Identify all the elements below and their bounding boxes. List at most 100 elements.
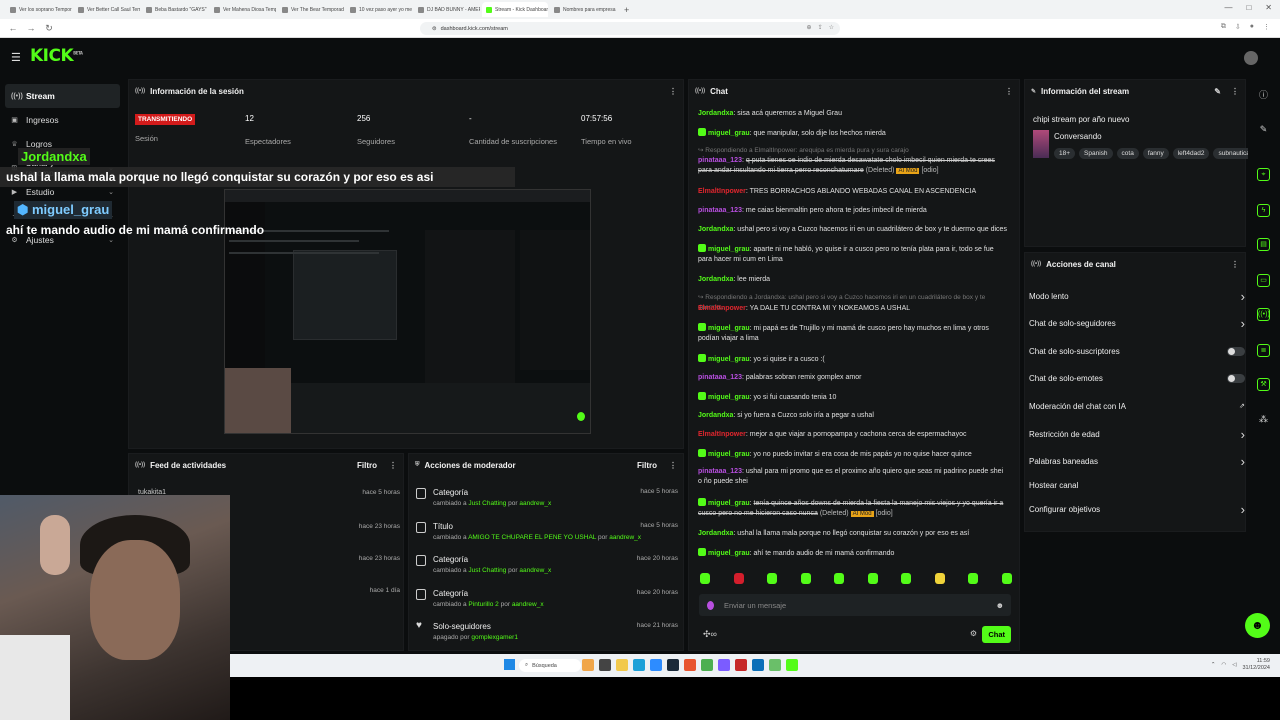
minimize-icon[interactable]: — [1224,3,1232,12]
browser-tab[interactable]: Ver The Bear Temporada 2 Episodio [278,2,344,17]
maximize-icon[interactable]: □ [1246,3,1251,12]
channel-action-row[interactable]: Configurar objetivos › [1029,502,1245,517]
forward-icon[interactable]: → [26,23,36,33]
external-link-icon[interactable]: ⇗ [1239,402,1245,410]
folder-icon[interactable] [616,659,628,671]
chat-username[interactable]: miguel_grau [708,550,750,557]
chat-username[interactable]: pinataaa_123 [698,374,742,381]
avatar[interactable] [1244,51,1258,65]
browser-tab[interactable]: Beba Bastardo "GAYS" [142,2,208,17]
emote-icon[interactable] [901,573,912,584]
chat-username[interactable]: miguel_grau [708,356,750,363]
app-icon[interactable] [752,659,764,671]
chat-username[interactable]: Jordandxa [698,110,733,117]
channel-action-row[interactable]: Palabras baneadas › [1029,454,1245,469]
chat-username[interactable]: miguel_grau [708,451,750,458]
chat-username[interactable]: ElmaltInpower [698,188,746,195]
extensions-icon[interactable]: ⧉ [1221,23,1226,31]
emoji-icon[interactable]: ☻ [996,601,1004,610]
emote-icon[interactable] [733,573,744,584]
edit-icon[interactable]: ✎ [1214,87,1221,96]
action-user[interactable]: gomplexgamer1 [471,634,518,641]
wrench-icon[interactable]: ⚒ [1257,378,1270,391]
sidebar-item-stream[interactable]: ((•)) Stream [5,84,120,108]
more-icon[interactable]: ⋮ [389,461,397,470]
toggle-switch[interactable] [1227,346,1245,356]
chat-username[interactable]: pinataaa_123 [698,207,742,214]
more-icon[interactable]: ⋮ [669,461,677,470]
sidebar-item-ingresos[interactable]: ▣ Ingresos [5,108,120,132]
more-icon[interactable]: ⋮ [669,87,677,96]
emote-icon[interactable] [834,573,845,584]
nodes-icon[interactable]: ⁂ [1257,414,1270,427]
close-icon[interactable]: ✕ [1265,3,1272,12]
app-icon[interactable] [667,659,679,671]
url-input[interactable]: ⊜ dashboard.kick.com/stream ⊕ ⇪ ☆ [420,22,840,35]
stream-preview[interactable] [224,189,591,434]
volume-icon[interactable]: ◁ [1232,662,1236,668]
chrome-icon[interactable] [701,659,713,671]
chat-username[interactable]: miguel_grau [708,500,750,507]
list-icon[interactable]: ≣ [1257,344,1270,357]
edge-icon[interactable] [633,659,645,671]
toggle-switch[interactable] [1227,374,1245,383]
filter-button[interactable]: Filtro [357,461,377,470]
action-user[interactable]: aandrew_x [519,500,551,507]
bookmark-icon[interactable]: ☆ [829,24,834,31]
app-icon[interactable] [650,659,662,671]
chat-input[interactable]: Enviar un mensaje ☻ [699,594,1011,616]
browser-tab[interactable]: DJ BAD BUNNY - AMERICONA [414,2,480,17]
chat-username[interactable]: Jordandxa [698,530,733,537]
chat-username[interactable]: miguel_grau [708,394,750,401]
help-fab-button[interactable]: ☻ [1245,613,1270,638]
stream-tag[interactable]: 18+ [1054,148,1076,159]
action-user[interactable]: aandrew_x [519,567,551,574]
infinity-icon[interactable]: ✣∞ [703,629,717,640]
bolt-icon[interactable]: ϟ [1257,204,1270,217]
app-icon[interactable] [769,659,781,671]
chat-username[interactable]: miguel_grau [708,246,750,253]
download-icon[interactable]: ⇩ [1235,23,1241,31]
new-tab-icon[interactable]: + [618,5,635,15]
target-icon[interactable]: ⌖ [1257,168,1270,181]
app-icon[interactable] [735,659,747,671]
chat-username[interactable]: pinataaa_123 [698,157,742,164]
more-icon[interactable]: ⋮ [1005,87,1013,96]
channel-action-row[interactable]: Hostear canal [1029,478,1245,492]
channel-action-row[interactable]: Moderación del chat con IA ⇗ [1029,399,1245,413]
menu-icon[interactable]: ⋮ [1263,23,1270,31]
browser-tab[interactable]: Stream - Kick Dashboard [482,2,548,17]
app-icon[interactable] [718,659,730,671]
window-controls[interactable]: — □ ✕ [1224,3,1272,12]
chat-username[interactable]: miguel_grau [708,130,750,137]
kick-app-icon[interactable] [786,659,798,671]
channel-action-row[interactable]: Restricción de edad › [1029,427,1245,442]
browser-tab[interactable]: Ver los soprano Temporada 6 Cap [6,2,72,17]
chat-username[interactable]: Jordandxa [698,276,733,283]
emote-icon[interactable] [867,573,878,584]
stream-tag[interactable]: cota [1116,148,1139,159]
chat-username[interactable]: miguel_grau [708,325,750,332]
share-icon[interactable]: ⇪ [818,24,823,31]
message-icon[interactable]: ▭ [1257,274,1270,287]
emote-icon[interactable] [1001,573,1012,584]
channel-action-row[interactable]: Modo lento › [1029,289,1245,304]
edit-icon[interactable]: ✎ [1257,124,1270,137]
gear-icon[interactable]: ⚙ [970,629,977,638]
chat-username[interactable]: ElmaltInpower [698,305,746,312]
broadcast-icon[interactable]: ((•)) [1257,308,1270,321]
tray-icon[interactable]: ⌃ [1211,662,1216,668]
chat-username[interactable]: Jordandxa [698,226,733,233]
stream-tag[interactable]: left4dad2 [1172,148,1210,159]
brave-icon[interactable] [684,659,696,671]
clipboard-icon[interactable]: ▤ [1257,238,1270,251]
more-icon[interactable]: ⋮ [1231,260,1239,269]
taskbar-search[interactable]: ⌕ Búsqueda [519,659,581,672]
emote-icon[interactable] [767,573,778,584]
emote-icon[interactable] [934,573,945,584]
reload-icon[interactable]: ↻ [44,23,54,34]
emote-icon[interactable] [700,573,710,584]
chat-username[interactable]: Jordandxa [698,412,733,419]
emote-icon[interactable] [800,573,811,584]
site-info-icon[interactable]: ⊜ [432,26,437,32]
